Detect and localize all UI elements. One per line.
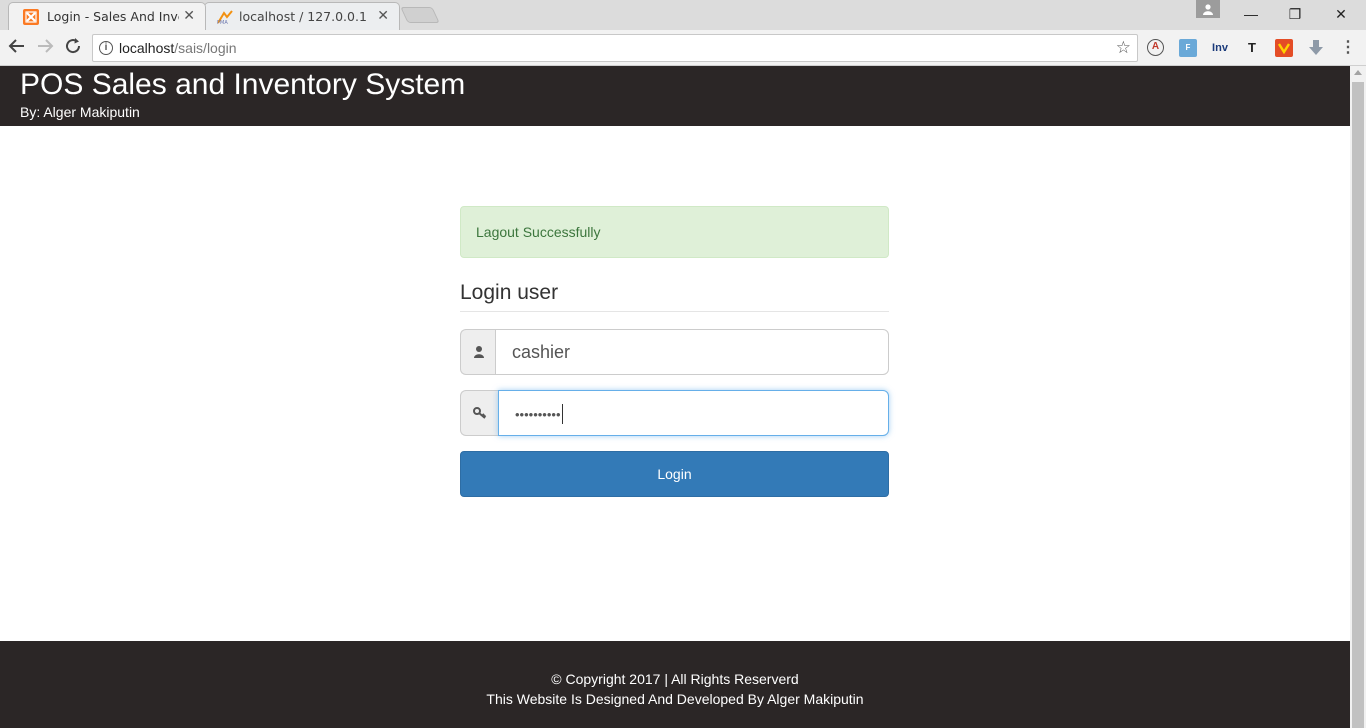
address-bar[interactable]: i localhost/sais/login ☆ — [92, 34, 1138, 62]
password-input[interactable]: •••••••••• — [498, 390, 889, 436]
site-header: POS Sales and Inventory System By: Alger… — [0, 66, 1350, 126]
restore-button[interactable]: ❐ — [1272, 0, 1318, 28]
login-button[interactable]: Login — [460, 451, 889, 497]
tab-login[interactable]: Login - Sales And Invento ✕ — [8, 2, 206, 30]
footer-credit: This Website Is Designed And Developed B… — [486, 691, 864, 707]
login-legend: Login user — [460, 281, 889, 312]
site-footer: © Copyright 2017 | All Rights Reserverd … — [0, 641, 1350, 728]
close-window-button[interactable]: ✕ — [1318, 0, 1364, 28]
xampp-favicon-icon — [23, 9, 39, 25]
profile-icon[interactable] — [1196, 0, 1220, 18]
url-path: /sais/login — [174, 40, 237, 56]
text-caret — [561, 404, 563, 425]
page: POS Sales and Inventory System By: Alger… — [0, 66, 1350, 728]
url-text: localhost/sais/login — [119, 40, 237, 56]
close-tab-icon[interactable]: ✕ — [183, 7, 195, 24]
extension-t-icon[interactable]: T — [1243, 39, 1261, 57]
forward-button[interactable] — [34, 37, 56, 59]
scrollbar-thumb[interactable] — [1352, 82, 1364, 728]
url-host: localhost — [119, 40, 175, 56]
extension-shield-icon[interactable] — [1275, 39, 1293, 57]
tab-title: Login - Sales And Invento — [47, 9, 179, 24]
reload-icon — [66, 38, 81, 54]
forward-arrow-icon — [38, 39, 54, 53]
key-icon — [473, 407, 487, 419]
username-input[interactable]: cashier — [495, 329, 889, 375]
username-group: cashier — [460, 329, 889, 375]
close-tab-icon[interactable]: ✕ — [377, 7, 389, 24]
browser-menu-icon[interactable]: ⋮ — [1339, 39, 1357, 57]
browser-toolbar: i localhost/sais/login ☆ A F Inv T ⋮ — [0, 30, 1366, 66]
user-icon — [474, 346, 484, 358]
site-info-icon[interactable]: i — [99, 41, 113, 55]
success-alert: Lagout Successfully — [460, 206, 889, 258]
site-title[interactable]: POS Sales and Inventory System — [20, 68, 465, 102]
back-arrow-icon — [8, 39, 24, 53]
password-group: •••••••••• — [460, 390, 889, 436]
password-mask: •••••••••• — [515, 406, 561, 422]
phpmyadmin-favicon-icon: PMA — [217, 10, 233, 25]
username-addon — [460, 329, 496, 375]
extension-bookmark-icon[interactable]: F — [1179, 39, 1197, 57]
extension-inv-icon[interactable]: Inv — [1208, 39, 1232, 57]
minimize-button[interactable]: — — [1228, 0, 1274, 28]
back-button[interactable] — [6, 37, 28, 59]
bookmark-star-icon[interactable]: ☆ — [1116, 38, 1131, 58]
vertical-scrollbar[interactable] — [1350, 66, 1366, 728]
tab-strip: Login - Sales And Invento ✕ PMA localhos… — [0, 0, 1366, 30]
password-addon — [460, 390, 499, 436]
site-author: By: Alger Makiputin — [20, 104, 140, 120]
reload-button[interactable] — [62, 37, 84, 59]
new-tab-button[interactable] — [400, 7, 440, 23]
tab-phpmyadmin[interactable]: PMA localhost / 127.0.0.1 | php ✕ — [204, 2, 400, 30]
tab-title: localhost / 127.0.0.1 | php — [239, 9, 371, 24]
extension-a-icon[interactable]: A — [1147, 39, 1164, 56]
svg-text:PMA: PMA — [217, 20, 228, 25]
extension-download-icon[interactable] — [1307, 39, 1325, 57]
scroll-up-icon[interactable] — [1354, 70, 1362, 75]
footer-copyright: © Copyright 2017 | All Rights Reserverd — [551, 671, 799, 687]
